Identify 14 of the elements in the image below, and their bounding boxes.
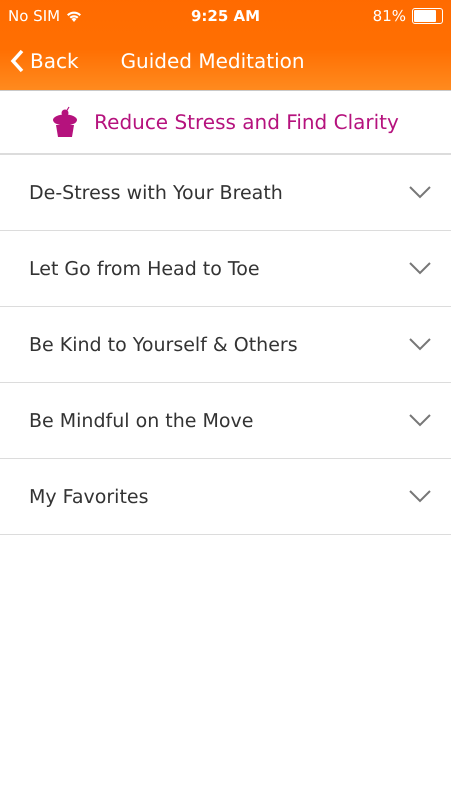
carrier-text: No SIM [8, 7, 60, 25]
chevron-icon [409, 338, 431, 351]
battery-text: 81% [372, 7, 406, 25]
back-chevron-icon [10, 49, 24, 73]
cupcake-icon [52, 106, 78, 138]
chevron-icon [409, 262, 431, 275]
wifi-icon [66, 10, 82, 22]
time-text: 9:25 AM [190, 7, 260, 25]
battery-icon [412, 8, 444, 24]
chevron-icon [409, 186, 431, 199]
section-header: Reduce Stress and Find Clarity [94, 110, 399, 134]
chevron-icon [409, 414, 431, 427]
chevron-icon [409, 490, 431, 503]
screen-title: Guided Meditation [120, 49, 305, 73]
